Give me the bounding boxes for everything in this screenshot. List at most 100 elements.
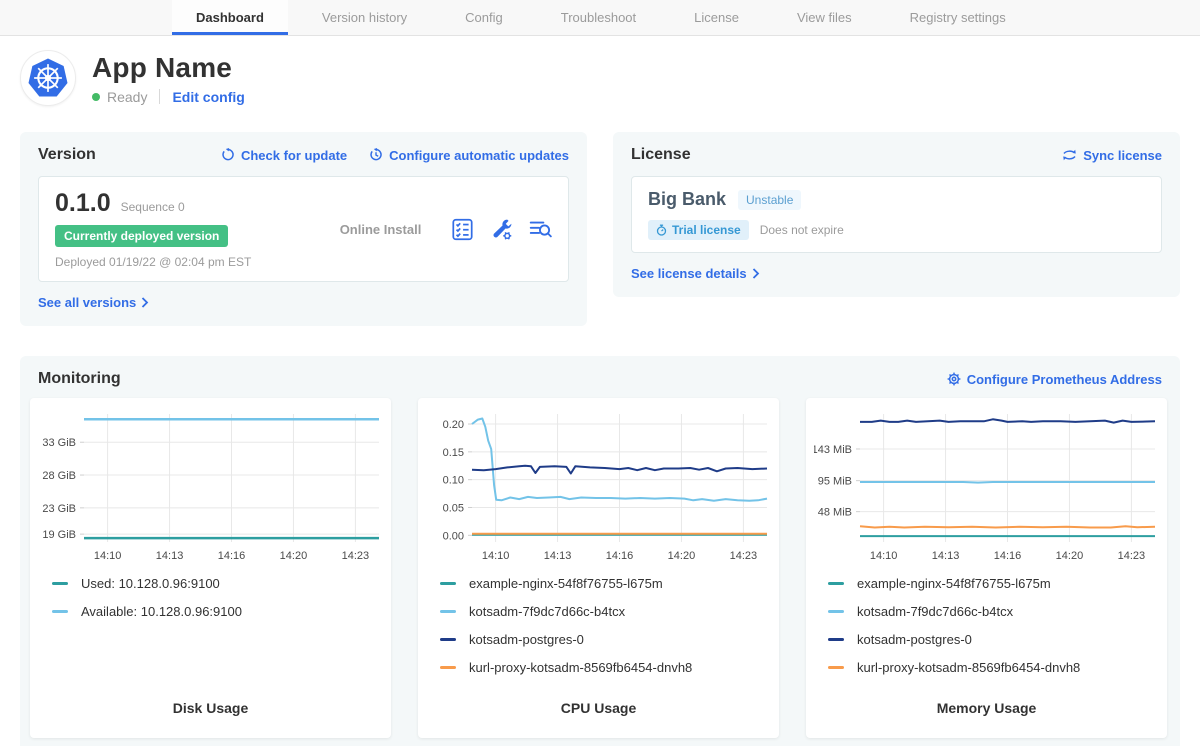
svg-text:23 GiB: 23 GiB	[42, 503, 76, 515]
svg-text:0.00: 0.00	[443, 530, 464, 542]
memory-usage-chart: 14:1014:1314:1614:2014:2348 MiB95 MiB143…	[814, 406, 1159, 566]
preflight-checklist-icon[interactable]	[451, 218, 474, 241]
install-type-label: Online Install	[310, 189, 451, 269]
app-logo	[20, 50, 76, 106]
sync-license-button[interactable]: Sync license	[1062, 148, 1162, 163]
legend-item: example-nginx-54f8f76755-l675m	[828, 576, 1145, 591]
svg-text:14:10: 14:10	[482, 550, 510, 562]
legend-swatch	[828, 582, 844, 585]
memory-usage-legend: example-nginx-54f8f76755-l675m kotsadm-7f…	[814, 566, 1159, 688]
legend-swatch	[52, 610, 68, 613]
svg-text:14:13: 14:13	[932, 550, 960, 562]
deployed-timestamp: Deployed 01/19/22 @ 02:04 pm EST	[55, 255, 310, 269]
legend-item: example-nginx-54f8f76755-l675m	[440, 576, 757, 591]
edit-config-link[interactable]: Edit config	[172, 89, 244, 105]
charts-row: 14:10 14:13 14:16 14:20 14:23 19 GiB 23 GiB 28 …	[30, 398, 1170, 738]
chart-card-memory-usage: 14:1014:1314:1614:2014:2348 MiB95 MiB143…	[806, 398, 1167, 738]
configure-prometheus-button[interactable]: Configure Prometheus Address	[947, 372, 1162, 387]
refresh-icon	[221, 148, 235, 162]
view-logs-icon[interactable]	[529, 218, 552, 241]
legend-item: kotsadm-postgres-0	[828, 632, 1145, 647]
legend-item: Used: 10.128.0.96:9100	[52, 576, 369, 591]
see-all-versions-link[interactable]: See all versions	[38, 295, 149, 310]
legend-label: kurl-proxy-kotsadm-8569fb6454-dnvh8	[857, 660, 1080, 675]
svg-text:28 GiB: 28 GiB	[42, 470, 76, 482]
svg-text:0.10: 0.10	[443, 475, 464, 487]
legend-swatch	[52, 582, 68, 585]
disk-usage-chart: 14:1014:1314:1614:2014:2319 GiB23 GiB28 …	[38, 406, 383, 566]
svg-text:14:16: 14:16	[218, 550, 246, 562]
chevron-right-icon	[141, 297, 149, 308]
legend-item: Available: 10.128.0.96:9100	[52, 604, 369, 619]
legend-swatch	[440, 638, 456, 641]
status-dot	[92, 93, 100, 101]
legend-swatch	[828, 638, 844, 641]
version-card: Version Check for update	[20, 132, 587, 326]
svg-text:14:13: 14:13	[544, 550, 572, 562]
monitoring-title: Monitoring	[38, 370, 121, 388]
svg-text:19 GiB: 19 GiB	[42, 529, 76, 541]
tab-license[interactable]: License	[670, 0, 763, 35]
legend-label: kurl-proxy-kotsadm-8569fb6454-dnvh8	[469, 660, 692, 675]
chart-title: Disk Usage	[38, 700, 383, 728]
current-version-box: 0.1.0 Sequence 0 Currently deployed vers…	[38, 176, 569, 282]
svg-text:14:23: 14:23	[342, 550, 370, 562]
legend-label: Used: 10.128.0.96:9100	[81, 576, 220, 591]
configure-automatic-updates-button[interactable]: Configure automatic updates	[369, 148, 569, 163]
series-line	[860, 526, 1155, 527]
chart-title: CPU Usage	[426, 700, 771, 728]
divider	[159, 89, 160, 104]
customer-name: Big Bank	[648, 189, 726, 210]
legend-swatch	[828, 610, 844, 613]
monitoring-panel: Monitoring Configure Prometheus Address …	[20, 356, 1180, 746]
legend-label: Available: 10.128.0.96:9100	[81, 604, 242, 619]
chart-card-cpu-usage: 14:1014:1314:1614:2014:230.000.050.100.1…	[418, 398, 779, 738]
version-card-title: Version	[38, 146, 96, 164]
legend-label: kotsadm-postgres-0	[857, 632, 972, 647]
gear-icon	[947, 372, 961, 386]
status-text: Ready	[107, 89, 147, 105]
see-license-details-link[interactable]: See license details	[631, 266, 760, 281]
tab-dashboard[interactable]: Dashboard	[172, 0, 288, 35]
chevron-right-icon	[752, 268, 760, 279]
legend-label: kotsadm-7f9dc7d66c-b4tcx	[469, 604, 625, 619]
legend-item: kotsadm-7f9dc7d66c-b4tcx	[828, 604, 1145, 619]
app-header: App Name Ready Edit config	[20, 50, 1180, 106]
check-for-update-button[interactable]: Check for update	[221, 148, 347, 163]
tab-registry-settings[interactable]: Registry settings	[886, 0, 1030, 35]
tab-troubleshoot[interactable]: Troubleshoot	[537, 0, 660, 35]
top-nav: Dashboard Version history Config Troublesho…	[0, 0, 1200, 36]
legend-item: kurl-proxy-kotsadm-8569fb6454-dnvh8	[828, 660, 1145, 675]
chart-card-disk-usage: 14:1014:1314:1614:2014:2319 GiB23 GiB28 …	[30, 398, 391, 738]
chart-title: Memory Usage	[814, 700, 1159, 728]
stopwatch-icon	[656, 224, 667, 236]
svg-text:33 GiB: 33 GiB	[42, 437, 76, 449]
legend-item: kotsadm-7f9dc7d66c-b4tcx	[440, 604, 757, 619]
tab-config[interactable]: Config	[441, 0, 527, 35]
svg-text:0.20: 0.20	[443, 419, 464, 431]
tab-view-files[interactable]: View files	[773, 0, 876, 35]
cpu-usage-legend: example-nginx-54f8f76755-l675m kotsadm-7f…	[426, 566, 771, 688]
disk-usage-legend: Used: 10.128.0.96:9100 Available: 10.128.…	[38, 566, 383, 632]
legend-item: kurl-proxy-kotsadm-8569fb6454-dnvh8	[440, 660, 757, 675]
svg-text:143 MiB: 143 MiB	[814, 444, 852, 456]
svg-text:14:16: 14:16	[606, 550, 634, 562]
deployed-badge: Currently deployed version	[55, 225, 228, 247]
legend-swatch	[828, 666, 844, 669]
legend-swatch	[440, 610, 456, 613]
svg-text:14:23: 14:23	[1118, 550, 1146, 562]
legend-item: kotsadm-postgres-0	[440, 632, 757, 647]
legend-swatch	[440, 582, 456, 585]
series-line	[860, 482, 1155, 483]
tab-version-history[interactable]: Version history	[298, 0, 431, 35]
legend-swatch	[440, 666, 456, 669]
sync-icon	[1062, 148, 1077, 162]
legend-label: example-nginx-54f8f76755-l675m	[469, 576, 663, 591]
svg-text:14:23: 14:23	[730, 550, 758, 562]
svg-text:14:20: 14:20	[1056, 550, 1084, 562]
trial-license-badge: Trial license	[648, 220, 749, 240]
svg-text:14:20: 14:20	[668, 550, 696, 562]
license-card-title: License	[631, 146, 691, 164]
page-title: App Name	[92, 52, 245, 84]
wrench-gear-icon[interactable]	[490, 218, 513, 241]
